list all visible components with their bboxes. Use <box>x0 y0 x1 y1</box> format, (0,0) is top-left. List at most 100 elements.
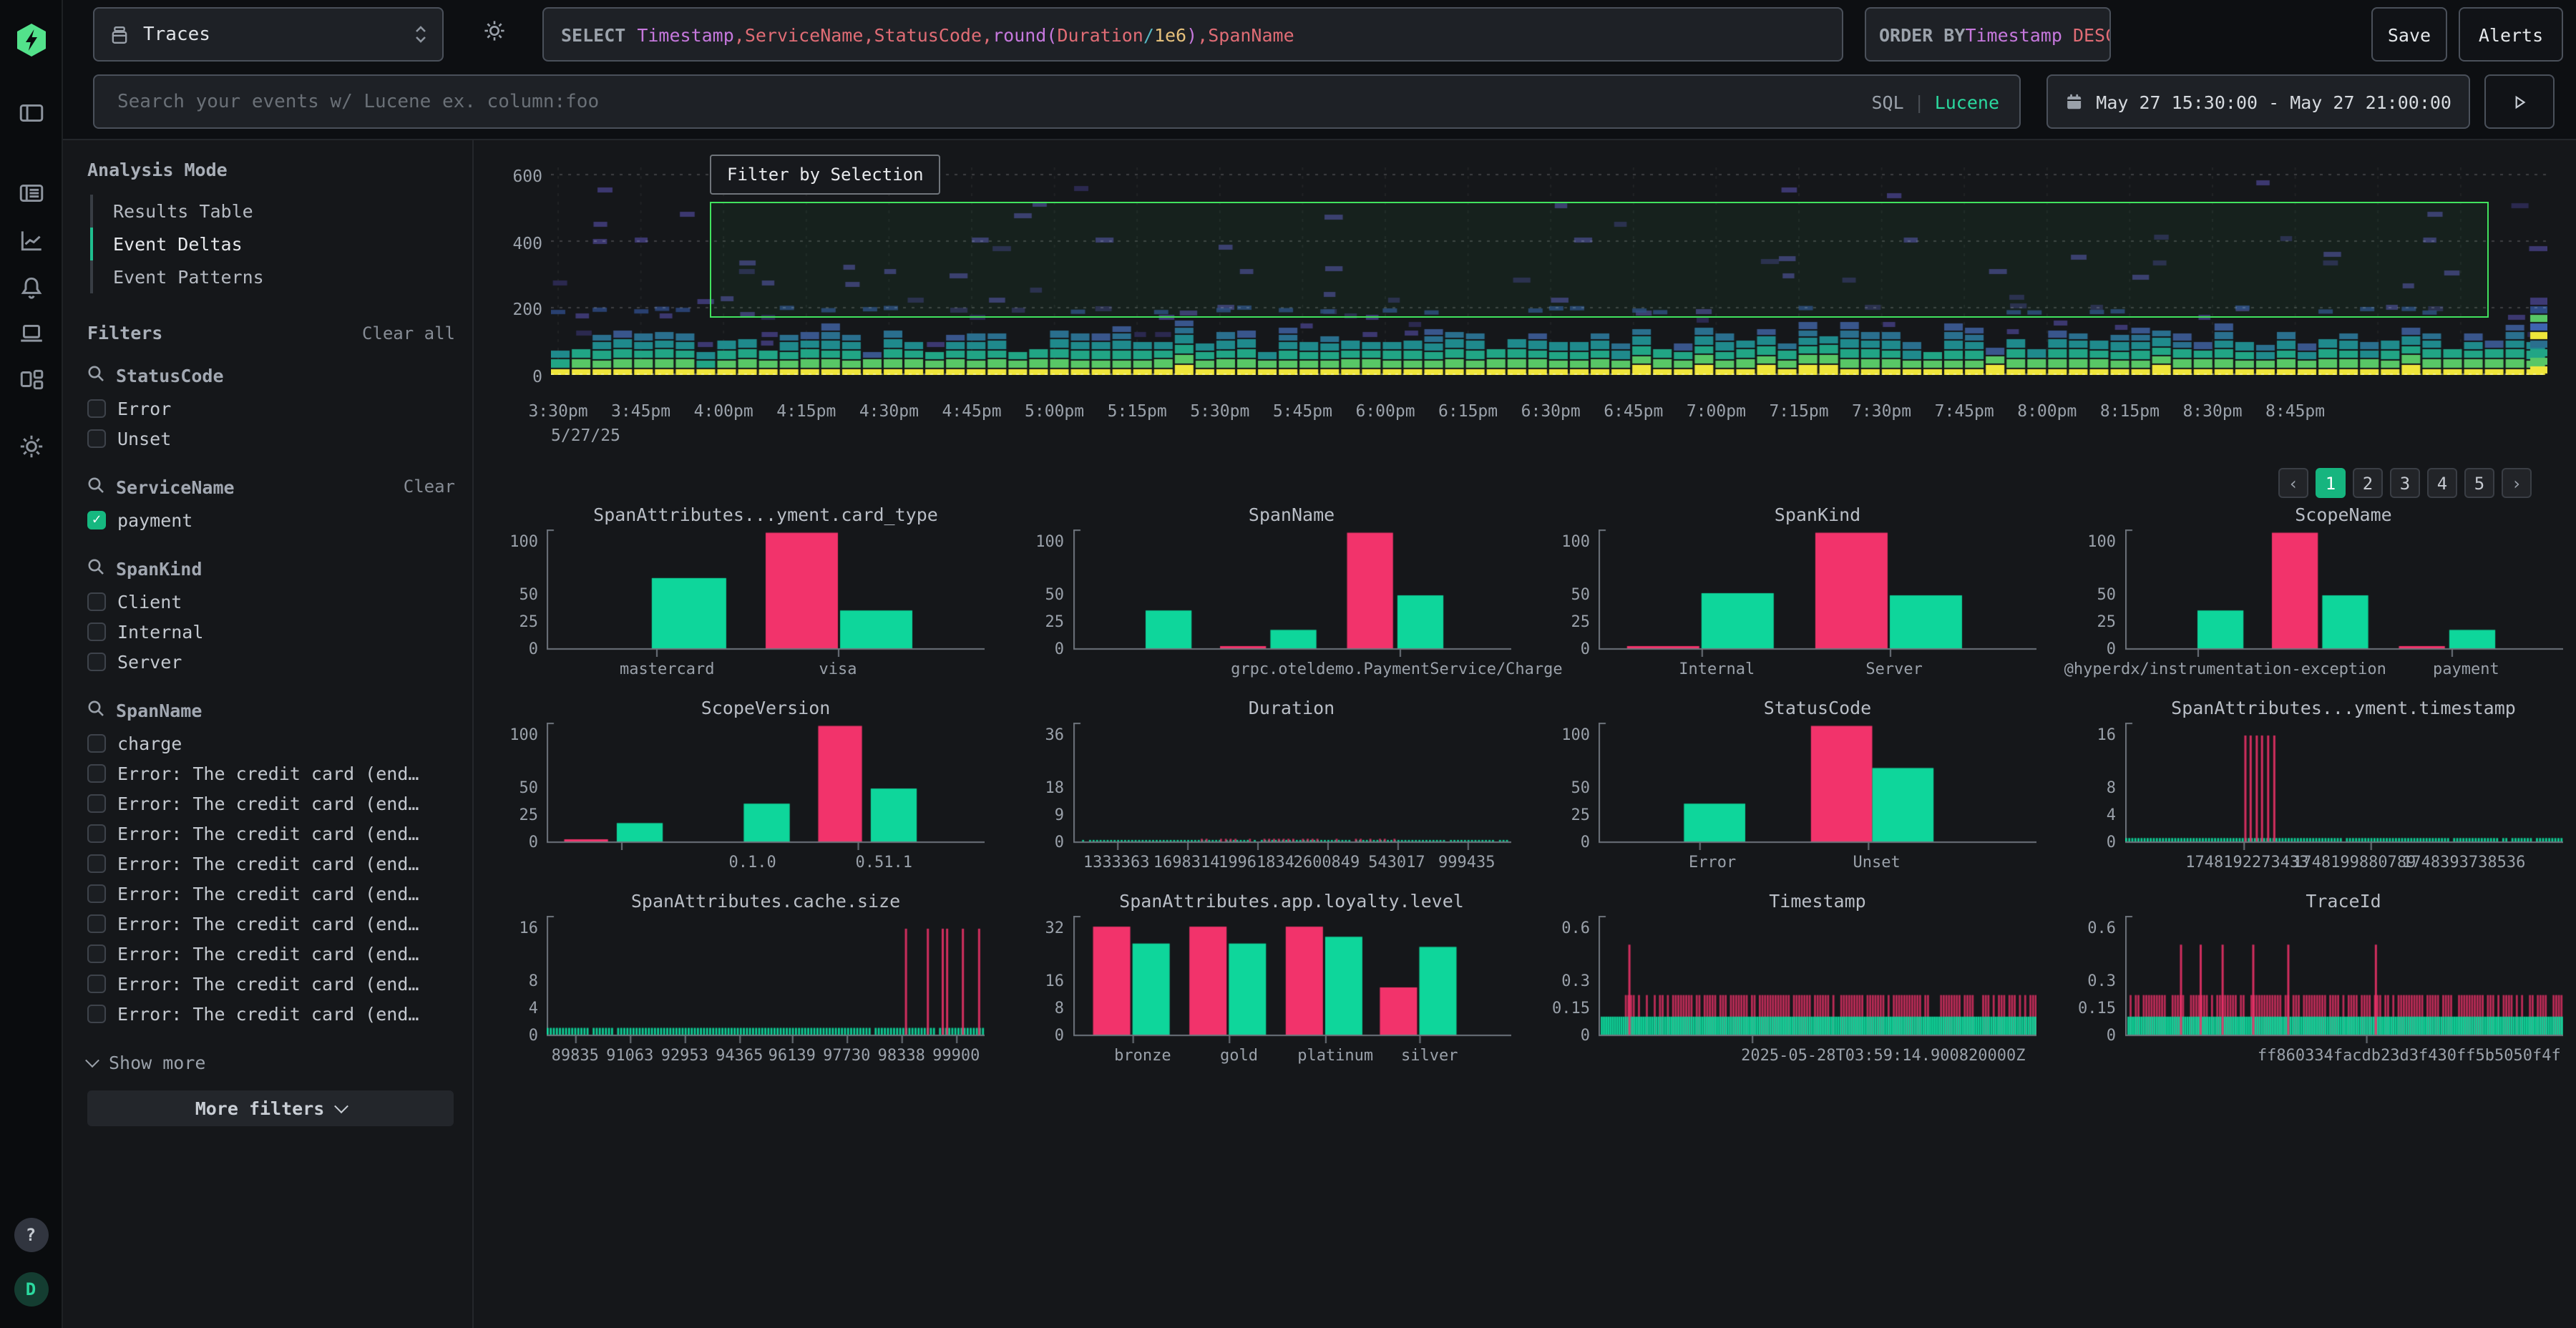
checkbox[interactable] <box>87 975 106 993</box>
source-select[interactable]: Traces <box>93 7 444 62</box>
main-content: 6004002000 Filter by Selection 3:30pm3:4… <box>474 139 2576 1328</box>
filter-option[interactable]: Server <box>87 647 455 677</box>
analysis-mode-item-results-table[interactable]: Results Table <box>93 195 455 228</box>
filter-option[interactable]: Unset <box>87 424 455 454</box>
language-lucene-toggle[interactable]: Lucene <box>1935 91 1999 112</box>
checkbox[interactable] <box>87 592 106 611</box>
analysis-mode-item-event-patterns[interactable]: Event Patterns <box>93 260 455 293</box>
alerts-button[interactable]: Alerts <box>2459 7 2563 62</box>
mini-chart-title: SpanName <box>1073 504 1511 525</box>
query-token: round <box>992 24 1046 45</box>
search-input[interactable] <box>114 89 1871 114</box>
run-query-button[interactable] <box>2484 74 2555 129</box>
select-keyword: SELECT <box>561 24 625 45</box>
sessions-icon[interactable] <box>17 320 44 347</box>
search-icon <box>87 557 104 579</box>
checkbox[interactable] <box>87 854 106 873</box>
filter-option[interactable]: Error: The credit card (end… <box>87 879 455 909</box>
select-query-editor[interactable]: SELECT Timestamp,ServiceName,StatusCode,… <box>542 7 1843 62</box>
pagination-page-2[interactable]: 2 <box>2353 468 2383 498</box>
mini-charts-grid: SpanAttributes...yment.card_type10050250… <box>487 504 2565 1056</box>
panel-toggle-icon[interactable] <box>17 99 44 127</box>
alerts-bell-icon[interactable] <box>17 274 44 301</box>
select-query-tokens: Timestamp,ServiceName,StatusCode,round(D… <box>637 24 1294 45</box>
filter-group-header: ServiceNameClear <box>87 472 455 501</box>
more-filters-button[interactable]: More filters <box>87 1090 454 1126</box>
checkbox[interactable] <box>87 622 106 641</box>
filter-option[interactable]: Error: The credit card (end… <box>87 999 455 1029</box>
filter-option-label: Error: The credit card (end… <box>117 823 419 844</box>
mini-chart-x-tick-label: 91063 <box>606 1046 653 1065</box>
filter-option-label: Error <box>117 398 171 419</box>
mini-chart-y-tick-label: 16 <box>1013 972 1064 991</box>
checkbox[interactable]: ✓ <box>87 511 106 529</box>
filter-option[interactable]: Internal <box>87 617 455 647</box>
avatar-label: D <box>14 1272 48 1307</box>
mini-chart-y-tick-label: 50 <box>1538 779 1590 798</box>
clear-filter-link[interactable]: Clear <box>404 477 455 497</box>
filter-option-label: Error: The credit card (end… <box>117 973 419 995</box>
checkbox[interactable] <box>87 884 106 903</box>
chart-icon[interactable] <box>17 227 44 254</box>
checkbox[interactable] <box>87 794 106 813</box>
pagination-prev-button[interactable]: ‹ <box>2278 468 2308 498</box>
checkbox[interactable] <box>87 399 106 418</box>
show-more-toggle[interactable]: Show more <box>87 1048 455 1076</box>
query-token: , <box>863 24 874 45</box>
filter-option[interactable]: Error: The credit card (end… <box>87 939 455 969</box>
filter-group-statuscode: StatusCodeErrorUnset <box>87 361 455 454</box>
mini-chart-canvas-cache-size <box>547 916 985 1043</box>
source-settings-gear-icon[interactable] <box>482 19 507 49</box>
language-sql-toggle[interactable]: SQL <box>1871 91 1903 112</box>
order-by-editor[interactable]: ORDER BY Timestamp DESC <box>1865 7 2111 62</box>
heatmap-x-tick-label: 4:45pm <box>942 401 1001 421</box>
mini-chart-loyalty-level: SpanAttributes.app.loyalty.level321680br… <box>1013 890 1513 1056</box>
mini-chart-title: ScopeName <box>2124 504 2562 525</box>
analysis-mode-item-event-deltas[interactable]: Event Deltas <box>90 228 455 260</box>
analysis-mode-item-label: Event Patterns <box>113 266 264 288</box>
clear-all-filters-link[interactable]: Clear all <box>362 323 455 343</box>
filter-option[interactable]: Error: The credit card (end… <box>87 849 455 879</box>
checkbox[interactable] <box>87 653 106 671</box>
mini-chart-x-tick-label: 543017 <box>1368 853 1425 872</box>
mini-chart-y-tick-label: 0 <box>2064 833 2116 851</box>
pagination-next-button[interactable]: › <box>2502 468 2532 498</box>
pagination-page-4[interactable]: 4 <box>2427 468 2457 498</box>
mini-chart-y-tick-label: 16 <box>2064 725 2116 743</box>
filter-option[interactable]: Error: The credit card (end… <box>87 758 455 788</box>
heatmap-x-tick-label: 4:15pm <box>776 401 836 421</box>
checkbox[interactable] <box>87 734 106 753</box>
save-button[interactable]: Save <box>2371 7 2447 62</box>
event-stream-icon[interactable] <box>17 180 44 207</box>
dashboards-icon[interactable] <box>17 366 44 393</box>
filter-option[interactable]: Error: The credit card (end… <box>87 788 455 819</box>
user-avatar[interactable]: D <box>14 1272 48 1307</box>
checkbox[interactable] <box>87 429 106 448</box>
checkbox[interactable] <box>87 764 106 783</box>
filter-option[interactable]: ✓payment <box>87 505 455 535</box>
filter-by-selection-button[interactable]: Filter by Selection <box>710 155 941 195</box>
query-token: ( <box>1046 24 1057 45</box>
pagination-page-5[interactable]: 5 <box>2464 468 2494 498</box>
logo-icon[interactable] <box>12 21 49 59</box>
checkbox[interactable] <box>87 1005 106 1023</box>
heatmap-selection-rect[interactable] <box>710 202 2489 318</box>
filter-option[interactable]: Error <box>87 394 455 424</box>
filter-option[interactable]: Client <box>87 587 455 617</box>
filter-option[interactable]: charge <box>87 728 455 758</box>
checkbox[interactable] <box>87 914 106 933</box>
pagination-page-1[interactable]: 1 <box>2316 468 2346 498</box>
filter-option[interactable]: Error: The credit card (end… <box>87 909 455 939</box>
checkbox[interactable] <box>87 944 106 963</box>
settings-gear-icon[interactable] <box>17 433 44 460</box>
pagination-page-3[interactable]: 3 <box>2390 468 2420 498</box>
checkbox[interactable] <box>87 824 106 843</box>
filter-option[interactable]: Error: The credit card (end… <box>87 969 455 999</box>
mini-chart-x-tick-label: visa <box>819 660 857 678</box>
filter-group-name: SpanKind <box>116 557 202 579</box>
mini-chart-status-code: StatusCode10050250ErrorUnset <box>1538 697 2039 863</box>
mini-chart-y-tick-label: 0.6 <box>2064 918 2116 937</box>
date-range-picker[interactable]: May 27 15:30:00 - May 27 21:00:00 <box>2046 74 2470 129</box>
filter-option[interactable]: Error: The credit card (end… <box>87 819 455 849</box>
help-button[interactable]: ? <box>14 1218 48 1252</box>
